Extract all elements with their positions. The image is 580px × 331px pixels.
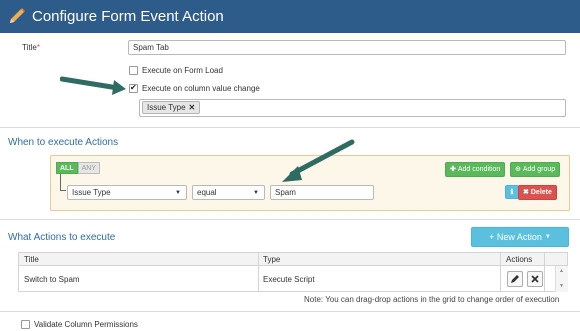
pencil-icon [10,8,25,23]
close-icon: ✖ [523,189,529,196]
scroll-down-icon[interactable]: ▼ [559,283,564,289]
add-condition-label: Add condition [457,166,501,173]
match-all-button[interactable]: ALL [56,162,78,174]
column-divider [500,253,501,292]
add-condition-button[interactable]: ✚ Add condition [445,162,506,177]
remove-action-button[interactable] [527,271,543,287]
plus-circle-icon: ⊕ [515,166,521,173]
row-title-cell: Switch to Spam [24,275,80,284]
plus-icon: ✚ [450,166,456,173]
title-input[interactable]: Spam Tab [128,40,566,55]
column-header-title: Title [24,255,39,264]
execute-on-load-label: Execute on Form Load [142,66,223,75]
condition-field-select[interactable]: Issue Type ▼ [67,185,187,200]
info-icon: ℹ [510,188,514,196]
info-button[interactable]: ℹ [505,185,519,199]
dialog-header: Configure Form Event Action [0,0,580,33]
reorder-note: Note: You can drag-drop actions in the g… [304,295,560,304]
column-header-type: Type [263,255,281,264]
column-divider [258,253,259,292]
condition-operator-value: equal [197,188,217,197]
required-mark: * [36,43,40,52]
close-icon [531,275,539,283]
grid-scrollbar[interactable]: ▲ ▼ [555,266,568,292]
edit-action-button[interactable] [507,271,523,287]
validate-permissions-label: Validate Column Permissions [34,320,138,329]
column-divider [544,253,545,292]
caret-down-icon: ▼ [253,190,259,196]
column-header-actions: Actions [506,255,533,264]
delete-condition-button[interactable]: ✖ Delete [518,185,557,200]
columns-tag-input[interactable] [139,99,566,117]
column-tag-issue-type: Issue Type ✕ [142,101,201,114]
execute-on-load-checkbox[interactable] [129,66,138,75]
match-any-button[interactable]: ANY [77,162,101,174]
actions-grid-header [18,252,568,266]
validate-permissions-checkbox[interactable] [21,320,30,329]
condition-operator-select[interactable]: equal ▼ [192,185,265,200]
caret-down-icon: ▼ [544,233,551,240]
new-action-button[interactable]: + New Action ▼ [471,227,569,247]
scroll-up-icon[interactable]: ▲ [559,268,564,274]
title-label-text: Title [22,43,37,52]
add-group-label: Add group [522,166,556,173]
divider [0,219,580,220]
condition-field-value: Issue Type [72,188,111,197]
column-tag-label: Issue Type [147,103,186,112]
execute-on-change-checkbox[interactable] [129,83,138,93]
actions-section-title: What Actions to execute [8,232,116,243]
delete-label: Delete [530,189,552,196]
dialog-title: Configure Form Event Action [32,8,224,25]
remove-tag-icon[interactable]: ✕ [189,103,196,112]
when-section-title: When to execute Actions [8,137,119,148]
caret-down-icon: ▼ [175,190,181,196]
condition-value-input[interactable]: Spam [270,185,374,200]
divider [0,311,580,312]
pencil-icon [511,275,519,283]
annotation-arrow-1 [60,76,126,95]
add-group-button[interactable]: ⊕ Add group [510,162,561,177]
row-type-cell: Execute Script [263,275,315,284]
condition-connector [60,174,66,191]
new-action-label: + New Action [489,231,542,242]
match-toggle: ALL ANY [56,162,101,174]
divider [0,127,580,128]
execute-on-change-label: Execute on column value change [142,84,260,93]
title-label: Title* [22,43,40,52]
